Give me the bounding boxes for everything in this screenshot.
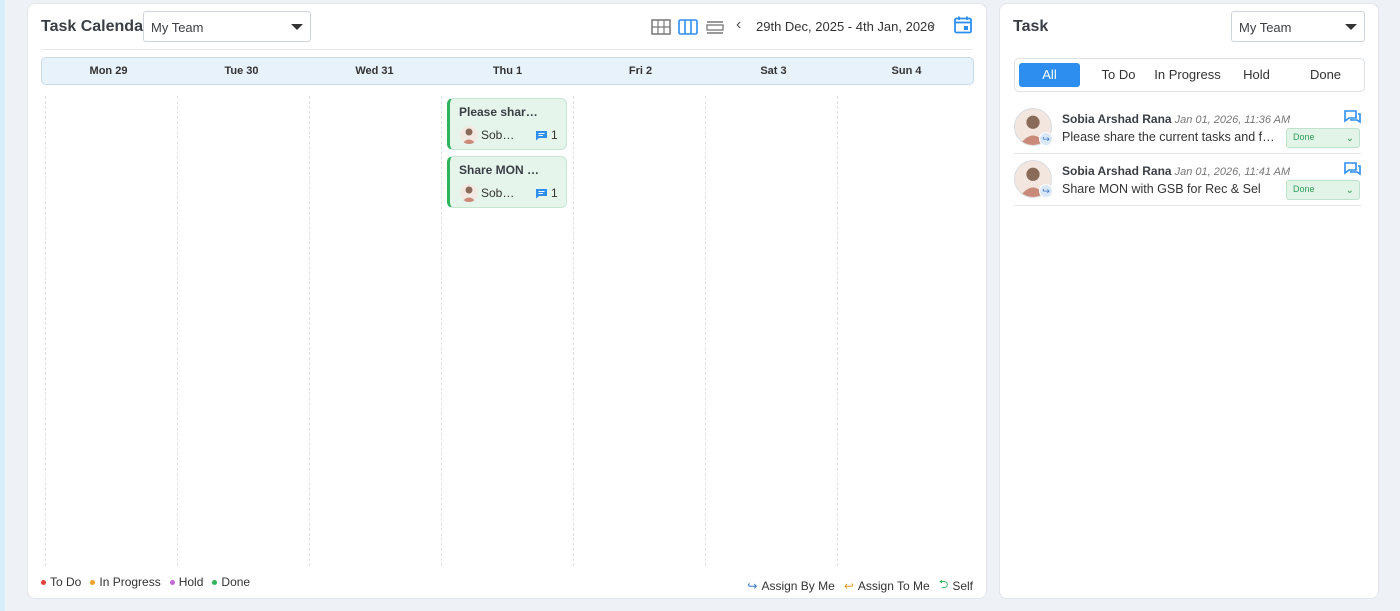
task-description: Share MON with GSB for Rec & Sel [1062,182,1261,196]
list-item[interactable]: ↪ Sobia Arshad Rana Jan 01, 2026, 11:41 A… [1014,154,1361,206]
task-card[interactable]: Share MON … Sob… 1 [447,156,567,208]
task-team-select[interactable]: My Team [1231,11,1365,42]
legend-label: Assign To Me [857,578,930,593]
day-header-wed: Wed 31 [355,65,394,77]
assign-to-me-badge-icon: ↪ [1039,132,1053,146]
calendar-title: Task Calendar [41,18,150,35]
day-header-sun: Sun 4 [891,65,922,77]
arrow-right-icon: ↪ [747,578,758,593]
caret-down-icon [1345,24,1357,30]
tab-in-progress[interactable]: In Progress [1153,63,1222,87]
task-author: Sobia Arshad Rana Jan 01, 2026, 11:36 AM [1062,112,1290,126]
calendar-grid: Please shar… Sob… 1 Share MON … Sob… 1 [41,96,974,566]
view-switcher [650,17,726,37]
status-value: Done [1293,184,1315,194]
avatar [460,126,478,144]
comment-count: 1 [551,128,558,142]
day-column-divider [837,96,838,566]
task-card-title: Share MON … [459,163,540,177]
task-author: Sobia Arshad Rana Jan 01, 2026, 11:41 AM [1062,164,1290,178]
task-description: Please share the current tasks and futur… [1062,130,1280,144]
day-header-sat: Sat 3 [760,65,787,77]
arrow-return-icon: ⮌ [938,577,949,591]
tab-hold[interactable]: Hold [1222,63,1291,87]
weekday-header-bar: Mon 29 Tue 30 Wed 31 Thu 1 Fri 2 Sat 3 S… [41,57,974,85]
calendar-team-select[interactable]: My Team [143,11,311,42]
legend-label: In Progress [99,575,161,589]
assignment-legend: ↪ Assign By Me ↩ Assign To Me ⮌ Self [747,575,973,596]
day-column-divider [177,96,178,566]
tab-all[interactable]: All [1019,63,1080,87]
tab-to-do[interactable]: To Do [1084,63,1153,87]
next-week-button[interactable]: › [930,16,935,34]
chat-icon[interactable] [1344,162,1361,177]
task-calendar-panel: Task Calendar My Team ‹ 29th Dec, 2025 -… [27,3,987,599]
task-card-assignee: Sob… [481,128,515,142]
task-list-panel: Task My Team All To Do In Progress Hold … [999,3,1379,599]
day-column-divider [309,96,310,566]
arrow-left-icon: ↩ [843,578,854,593]
avatar [460,184,478,202]
list-item[interactable]: ↪ Sobia Arshad Rana Jan 01, 2026, 11:36 A… [1014,102,1361,154]
status-legend: To Do In Progress Hold Done [41,575,250,589]
task-author-name: Sobia Arshad Rana [1062,112,1172,126]
legend-label: Self [952,578,973,593]
status-value: Done [1293,132,1315,142]
task-card-title: Please shar… [459,105,538,119]
legend-item-in-progress: In Progress [90,575,161,589]
chevron-down-icon: ⌄ [1345,185,1354,196]
legend-item-assign-to-me: ↩ Assign To Me [844,575,930,596]
previous-week-button[interactable]: ‹ [736,16,741,34]
todo-dot-icon [41,579,46,585]
done-dot-icon [212,579,218,585]
status-filter-tabs: All To Do In Progress Hold Done [1014,58,1365,92]
tab-done[interactable]: Done [1291,63,1360,87]
task-panel-title: Task [1013,18,1049,35]
hold-dot-icon [169,579,175,585]
legend-label: To Do [50,575,82,589]
day-header-thu: Thu 1 [492,65,523,77]
header-divider [41,49,973,50]
task-card[interactable]: Please shar… Sob… 1 [447,98,567,150]
comment-icon[interactable] [535,130,548,141]
legend-label: Assign By Me [761,578,835,593]
calendar-picker-icon[interactable] [953,15,973,35]
list-rows-view-icon[interactable] [704,17,726,37]
date-range-label: 29th Dec, 2025 - 4th Jan, 2026 [756,19,935,34]
task-team-select-value: My Team [1239,20,1292,35]
legend-item-todo: To Do [41,575,81,589]
task-timestamp: Jan 01, 2026, 11:36 AM [1174,114,1291,126]
week-columns-view-icon[interactable] [677,17,699,37]
task-author-name: Sobia Arshad Rana [1062,164,1172,178]
day-column-divider [705,96,706,566]
legend-item-assign-by-me: ↪ Assign By Me [747,575,834,596]
status-dropdown[interactable]: Done ⌄ [1286,128,1360,148]
day-header-fri: Fri 2 [628,65,653,77]
status-dropdown[interactable]: Done ⌄ [1286,180,1360,200]
legend-item-hold: Hold [169,575,204,589]
day-column-divider [441,96,442,566]
legend-item-self: ⮌ Self [939,575,973,596]
caret-down-icon [291,24,303,30]
left-edge-strip [0,0,5,611]
day-header-mon: Mon 29 [89,65,128,77]
task-list: ↪ Sobia Arshad Rana Jan 01, 2026, 11:36 A… [1014,102,1361,206]
task-timestamp: Jan 01, 2026, 11:41 AM [1174,166,1291,178]
day-column-divider [45,96,46,566]
chat-icon[interactable] [1344,110,1361,125]
month-grid-view-icon[interactable] [650,17,672,37]
assign-to-me-badge-icon: ↪ [1039,184,1053,198]
legend-label: Hold [178,575,204,589]
chevron-down-icon: ⌄ [1345,133,1354,144]
calendar-team-select-value: My Team [151,20,204,35]
in-progress-dot-icon [90,579,96,585]
comment-icon[interactable] [535,188,548,199]
day-header-tue: Tue 30 [224,65,259,77]
day-column-divider [573,96,574,566]
calendar-header: Task Calendar My Team ‹ 29th Dec, 2025 -… [28,4,986,50]
comment-count: 1 [551,186,558,200]
task-card-assignee: Sob… [481,186,515,200]
legend-item-done: Done [212,575,250,589]
legend-label: Done [221,575,251,589]
